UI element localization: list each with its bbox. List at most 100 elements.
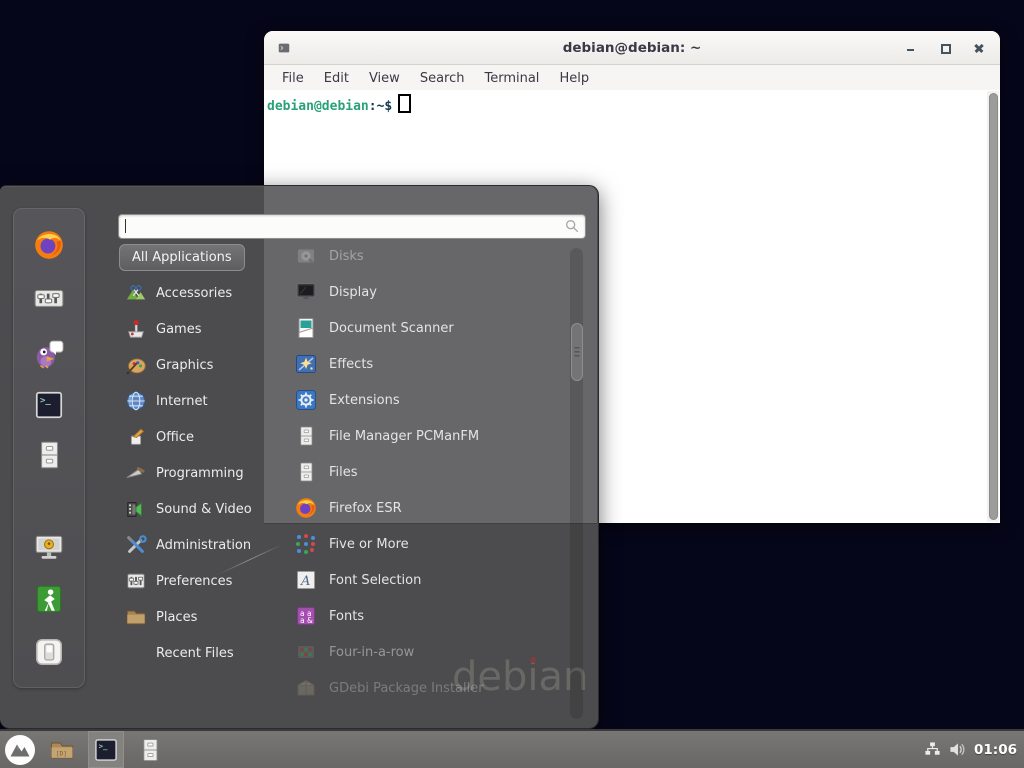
taskbar-file-manager-pcmanfm[interactable]: [D] bbox=[44, 731, 80, 768]
category-games[interactable]: Games bbox=[119, 311, 269, 347]
category-recent-files[interactable]: Recent Files bbox=[119, 635, 269, 671]
category-graphics[interactable]: Graphics bbox=[119, 347, 269, 383]
svg-text:A: A bbox=[300, 574, 310, 589]
category-places[interactable]: Places bbox=[119, 599, 269, 635]
category-preferences[interactable]: Preferences bbox=[119, 563, 269, 599]
games-icon bbox=[125, 318, 147, 340]
terminal-prompt: debian@debian:~$ bbox=[267, 94, 411, 114]
terminal-menu-search[interactable]: Search bbox=[420, 71, 465, 86]
app-gdebi-package-installer[interactable]: GDebi Package Installer bbox=[281, 670, 567, 706]
category-sound-video[interactable]: Sound & Video bbox=[119, 491, 269, 527]
favorite-settings-manager[interactable] bbox=[32, 282, 66, 316]
favorite-terminal[interactable]: >_ bbox=[32, 388, 66, 422]
terminal-scrollbar-thumb[interactable] bbox=[989, 93, 998, 520]
display-icon bbox=[294, 280, 318, 304]
gdebi-icon bbox=[294, 676, 318, 700]
window-title: debian@debian: ~ bbox=[264, 40, 1000, 56]
favorite-lock-screen[interactable] bbox=[32, 530, 66, 564]
fourinrow-icon bbox=[294, 640, 318, 664]
category-programming[interactable]: Programming bbox=[119, 455, 269, 491]
svg-text:[D]: [D] bbox=[56, 750, 67, 757]
places-icon bbox=[125, 606, 147, 628]
extensions-icon bbox=[294, 388, 318, 412]
favorite-shut-down[interactable] bbox=[32, 635, 66, 669]
terminal-menu-help[interactable]: Help bbox=[559, 71, 589, 86]
svg-text:>_: >_ bbox=[99, 741, 108, 750]
app-font-selection[interactable]: AFont Selection bbox=[281, 562, 567, 598]
fiveormore-icon bbox=[294, 532, 318, 556]
terminal-menu-view[interactable]: View bbox=[369, 71, 400, 86]
prompt-user-host: debian@debian bbox=[267, 99, 369, 114]
cabinet-icon bbox=[294, 424, 318, 448]
favorites-sidebar: >_ bbox=[13, 208, 85, 688]
favorite-file-manager[interactable] bbox=[32, 438, 66, 472]
favorite-log-out[interactable] bbox=[32, 582, 66, 616]
taskbar-terminal[interactable]: >_ bbox=[88, 731, 124, 768]
terminal-scrollbar[interactable] bbox=[987, 91, 999, 522]
category-accessories[interactable]: Accessories bbox=[119, 275, 269, 311]
no-icon bbox=[125, 642, 147, 664]
effects-icon bbox=[294, 352, 318, 376]
prompt-suffix: :~$ bbox=[369, 99, 392, 114]
category-office[interactable]: Office bbox=[119, 419, 269, 455]
app-file-manager-pcmanfm[interactable]: File Manager PCManFM bbox=[281, 418, 567, 454]
minimize-icon[interactable] bbox=[904, 41, 918, 55]
app-four-in-a-row[interactable]: Four-in-a-row bbox=[281, 634, 567, 670]
preferences-icon bbox=[125, 570, 147, 592]
internet-icon bbox=[125, 390, 147, 412]
favorite-pidgin[interactable] bbox=[32, 336, 66, 370]
terminal-menubar: File Edit View Search Terminal Help bbox=[264, 65, 1000, 91]
desktop: debian@debian: ~ File Edit View Search Termi… bbox=[0, 0, 1024, 768]
app-five-or-more[interactable]: Five or More bbox=[281, 526, 567, 562]
volume-icon[interactable] bbox=[949, 741, 966, 758]
favorite-firefox[interactable] bbox=[32, 228, 66, 262]
app-menu: debian >_ All ApplicationsAccessoriesGam… bbox=[0, 185, 599, 729]
scanner-icon bbox=[294, 316, 318, 340]
graphics-icon bbox=[125, 354, 147, 376]
administration-icon bbox=[125, 534, 147, 556]
app-disks[interactable]: Disks bbox=[281, 238, 567, 274]
terminal-titlebar[interactable]: debian@debian: ~ bbox=[264, 31, 1000, 65]
search-icon bbox=[564, 218, 580, 234]
network-icon[interactable] bbox=[924, 741, 941, 758]
soundvideo-icon bbox=[125, 498, 147, 520]
terminal-menu-file[interactable]: File bbox=[282, 71, 304, 86]
svg-text:a &: a & bbox=[300, 616, 313, 625]
taskbar: [D] >_ 01:06 bbox=[0, 729, 1024, 768]
window-controls bbox=[904, 31, 986, 64]
terminal-cursor bbox=[398, 94, 411, 113]
disks-icon bbox=[294, 244, 318, 268]
search-input[interactable] bbox=[118, 214, 586, 239]
app-firefox-esr[interactable]: Firefox ESR bbox=[281, 490, 567, 526]
accessories-icon bbox=[125, 282, 147, 304]
firefox-icon bbox=[294, 496, 318, 520]
menu-scrollbar-thumb[interactable] bbox=[571, 323, 583, 381]
close-icon[interactable] bbox=[972, 41, 986, 55]
app-display[interactable]: Display bbox=[281, 274, 567, 310]
app-fonts[interactable]: a aa &Fonts bbox=[281, 598, 567, 634]
system-tray: 01:06 bbox=[924, 741, 1024, 758]
app-document-scanner[interactable]: Document Scanner bbox=[281, 310, 567, 346]
office-icon bbox=[125, 426, 147, 448]
category-list: All Applications AccessoriesGamesGraphics… bbox=[119, 244, 269, 671]
category-all-applications[interactable]: All Applications bbox=[119, 244, 245, 271]
svg-text:>_: >_ bbox=[40, 396, 51, 406]
fonts-icon: a aa & bbox=[294, 604, 318, 628]
menu-button[interactable] bbox=[0, 731, 40, 768]
cabinet-icon bbox=[294, 460, 318, 484]
menu-scrollbar[interactable] bbox=[570, 248, 583, 719]
programming-icon bbox=[125, 462, 147, 484]
app-files[interactable]: Files bbox=[281, 454, 567, 490]
category-internet[interactable]: Internet bbox=[119, 383, 269, 419]
maximize-icon[interactable] bbox=[938, 41, 952, 55]
terminal-menu-terminal[interactable]: Terminal bbox=[484, 71, 539, 86]
clock[interactable]: 01:06 bbox=[974, 742, 1017, 758]
app-effects[interactable]: Effects bbox=[281, 346, 567, 382]
app-list: DisksDisplayDocument ScannerEffectsExten… bbox=[281, 238, 567, 706]
taskbar-files[interactable] bbox=[132, 731, 168, 768]
fontsel-icon: A bbox=[294, 568, 318, 592]
category-administration[interactable]: Administration bbox=[119, 527, 269, 563]
app-extensions[interactable]: Extensions bbox=[281, 382, 567, 418]
search-caret bbox=[125, 219, 126, 233]
terminal-menu-edit[interactable]: Edit bbox=[324, 71, 349, 86]
